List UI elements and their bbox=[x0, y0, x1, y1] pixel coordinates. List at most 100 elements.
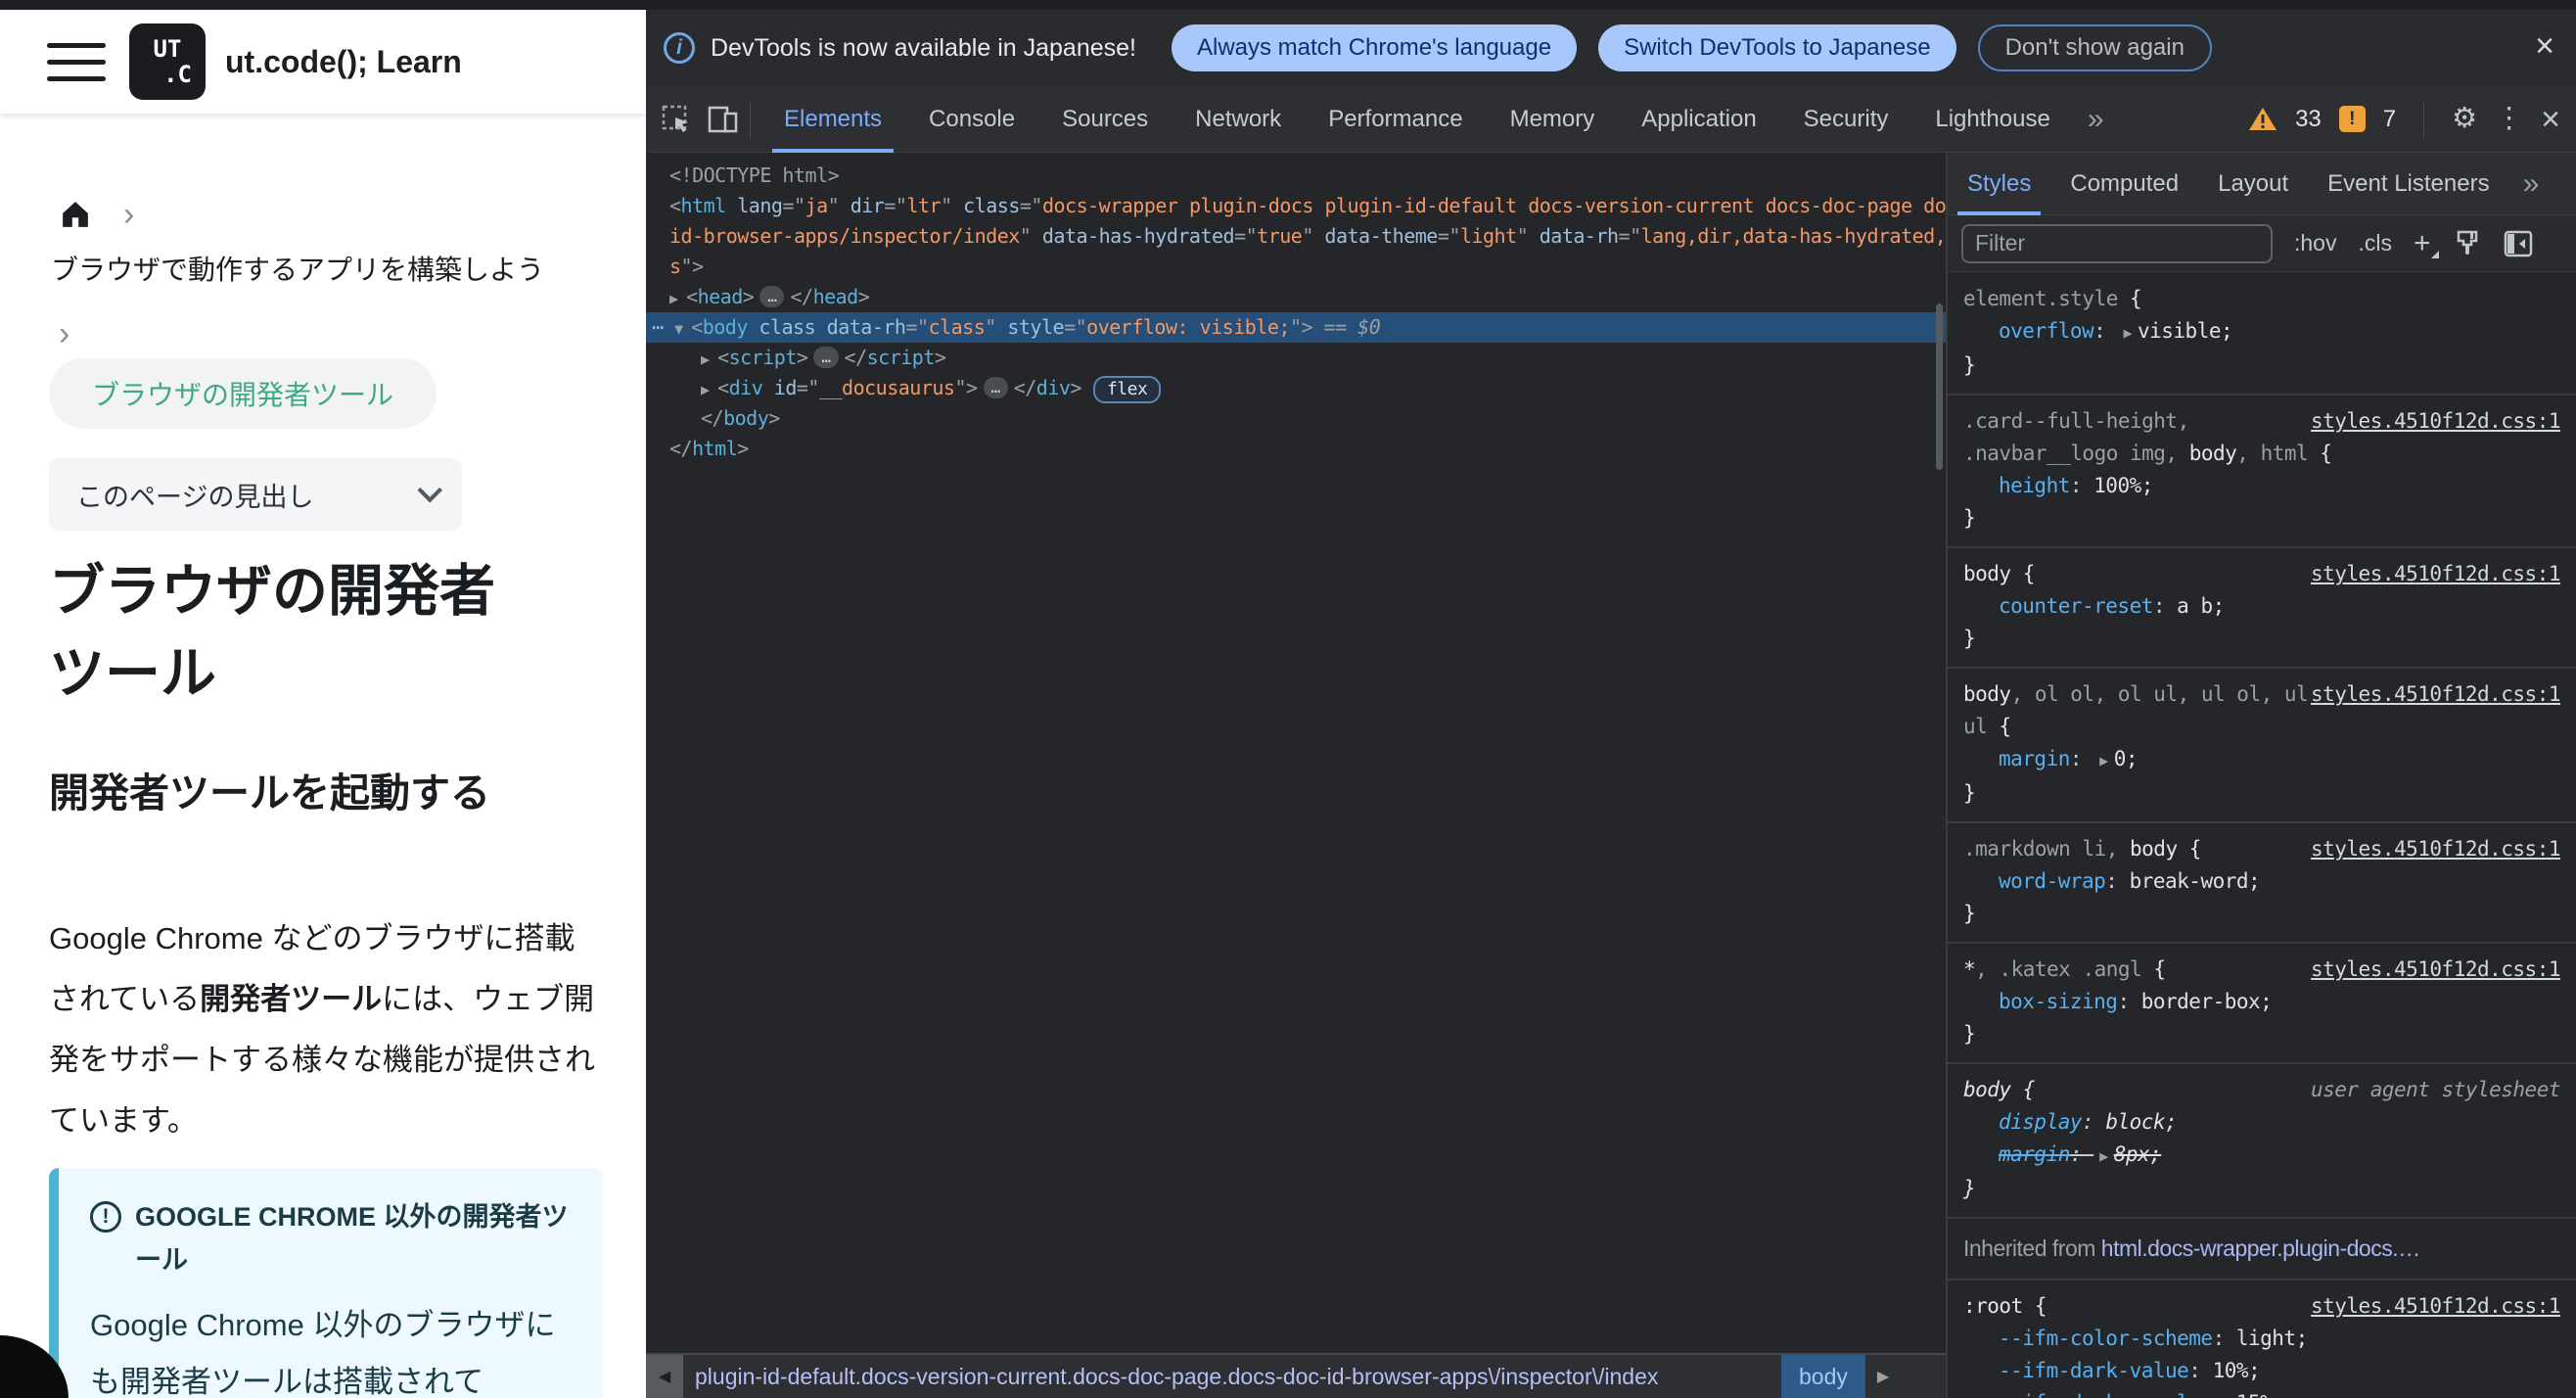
style-rule[interactable]: styles.4510f12d.css:1 body {counter-reset… bbox=[1948, 548, 2576, 669]
devtools-tab-sources[interactable]: Sources bbox=[1038, 86, 1172, 153]
elements-tree-line[interactable]: id-browser-apps/inspector/index" data-ha… bbox=[646, 221, 1992, 252]
notification-button[interactable]: Always match Chrome's language bbox=[1171, 24, 1578, 71]
pseudo-state-toggle[interactable]: :hov bbox=[2294, 230, 2336, 256]
code-token: body bbox=[702, 315, 749, 339]
notification-button[interactable]: Don't show again bbox=[1977, 24, 2212, 71]
css-declaration[interactable]: margin: ▶ 8px; bbox=[1963, 1139, 2560, 1173]
stylesheet-source-link[interactable]: styles.4510f12d.css:1 bbox=[2311, 1290, 2561, 1323]
element-class-toggle[interactable]: .cls bbox=[2358, 230, 2392, 256]
crumb-scroll-right-icon[interactable]: ▶ bbox=[1877, 1367, 1889, 1386]
expand-longhand-icon[interactable]: ▶ bbox=[2093, 752, 2114, 769]
stylesheet-source-link[interactable]: styles.4510f12d.css:1 bbox=[2311, 558, 2561, 590]
sidebar-toggle-icon[interactable] bbox=[2504, 229, 2533, 258]
notification-button[interactable]: Switch DevTools to Japanese bbox=[1598, 24, 1956, 71]
styles-more-tabs-icon[interactable]: » bbox=[2509, 167, 2553, 201]
callout-body: Google Chrome 以外のブラウザにも開発者ツールは搭載されて bbox=[90, 1308, 556, 1398]
issues-count[interactable]: 7 bbox=[2383, 106, 2396, 133]
elements-tree-line[interactable]: ▶ <script>… </script> bbox=[646, 343, 1946, 373]
styles-tab-computed[interactable]: Computed bbox=[2050, 153, 2198, 215]
styles-filter-input[interactable] bbox=[1961, 223, 2273, 263]
elements-tree-line[interactable]: <!DOCTYPE html> bbox=[646, 161, 1946, 191]
flex-badge[interactable]: flex bbox=[1092, 376, 1162, 403]
css-declaration[interactable]: --ifm-dark-value: 10%; bbox=[1963, 1355, 2560, 1387]
style-rule[interactable]: styles.4510f12d.css:1 .markdown li, body … bbox=[1948, 823, 2576, 944]
devtools-tab-performance[interactable]: Performance bbox=[1305, 86, 1486, 153]
code-token: </ bbox=[790, 285, 813, 308]
inherited-element-link[interactable]: html.docs-wrapper.plugin-docs.… bbox=[2101, 1235, 2420, 1261]
kebab-menu-icon[interactable]: ⋮ bbox=[2495, 105, 2523, 133]
elements-tree-line[interactable]: s"> bbox=[646, 252, 1946, 282]
styles-tab-styles[interactable]: Styles bbox=[1948, 153, 2050, 215]
css-declaration[interactable]: --ifm-darker-value: 15%; bbox=[1963, 1387, 2560, 1398]
warning-count[interactable]: 33 bbox=[2295, 106, 2322, 133]
css-declaration[interactable]: box-sizing: border-box; bbox=[1963, 986, 2560, 1018]
elements-tree-line[interactable]: ▶ <head>… </head> bbox=[646, 282, 1946, 312]
css-declaration[interactable]: word-wrap: break-word; bbox=[1963, 865, 2560, 898]
stylesheet-source-link[interactable]: styles.4510f12d.css:1 bbox=[2311, 833, 2561, 865]
devtools-tab-lighthouse[interactable]: Lighthouse bbox=[1911, 86, 2073, 153]
expand-longhand-icon[interactable]: ▶ bbox=[2117, 324, 2138, 342]
code-token: class bbox=[928, 315, 986, 339]
devtools-close-icon[interactable]: × bbox=[2541, 103, 2560, 136]
css-declaration[interactable]: margin: ▶ 0; bbox=[1963, 743, 2560, 777]
css-declaration[interactable]: height: 100%; bbox=[1963, 470, 2560, 502]
home-icon[interactable] bbox=[61, 200, 90, 229]
css-declaration[interactable]: display: block; bbox=[1963, 1106, 2560, 1139]
style-rule[interactable]: styles.4510f12d.css:1 body, ol ol, ol ul,… bbox=[1948, 669, 2576, 823]
new-style-rule-icon[interactable]: + bbox=[2414, 227, 2438, 260]
elements-tree-line[interactable]: <html lang="ja" dir="ltr" class="docs-wr… bbox=[646, 191, 2026, 221]
crumb-scroll-left-icon[interactable]: ◀ bbox=[646, 1355, 683, 1398]
code-token: style bbox=[995, 315, 1065, 339]
rendering-brush-icon[interactable] bbox=[2453, 229, 2482, 258]
elements-tree-line[interactable]: ▶ <div id="__docusaurus">… </div> flex bbox=[646, 373, 1946, 403]
stylesheet-source-link[interactable]: styles.4510f12d.css:1 bbox=[2311, 405, 2561, 438]
expand-ellipsis-icon[interactable]: … bbox=[813, 347, 839, 368]
inspect-element-icon[interactable] bbox=[660, 103, 693, 136]
elements-tree-line-selected[interactable]: ⋯ ▼ <body class data-rh="class" style="o… bbox=[646, 312, 1946, 343]
expand-ellipsis-icon[interactable]: … bbox=[983, 377, 1008, 398]
issues-icon[interactable]: ! bbox=[2338, 106, 2366, 132]
css-declaration[interactable]: counter-reset: a b; bbox=[1963, 590, 2560, 623]
info-icon: i bbox=[664, 32, 695, 64]
style-rule[interactable]: styles.4510f12d.css:1:root {--ifm-color-… bbox=[1948, 1281, 2576, 1398]
breadcrumb-item-course[interactable]: ブラウザで動作するアプリを構築しよう bbox=[51, 249, 544, 288]
css-declaration[interactable]: overflow: ▶ visible; bbox=[1963, 315, 2560, 350]
settings-gear-icon[interactable]: ⚙ bbox=[2452, 105, 2477, 133]
style-rule[interactable]: element.style {overflow: ▶ visible;} bbox=[1948, 273, 2576, 396]
elements-tree-line[interactable]: </body> bbox=[646, 403, 1946, 434]
elements-tree-line[interactable]: </html> bbox=[646, 434, 1946, 464]
devtools-tab-application[interactable]: Application bbox=[1618, 86, 1779, 153]
site-title[interactable]: ut.code(); Learn bbox=[225, 44, 462, 80]
style-rule[interactable]: styles.4510f12d.css:1 *, .katex .angl {bo… bbox=[1948, 944, 2576, 1064]
warning-icon[interactable] bbox=[2248, 106, 2277, 132]
dom-crumb-selected[interactable]: body bbox=[1781, 1355, 1865, 1398]
notification-close-icon[interactable]: × bbox=[2535, 27, 2554, 66]
toc-collapsible[interactable]: このページの見出し bbox=[49, 458, 462, 531]
code-token: </ bbox=[844, 346, 868, 369]
hamburger-menu-icon[interactable] bbox=[47, 42, 106, 81]
breadcrumb-separator: › bbox=[123, 196, 135, 233]
stylesheet-source-link[interactable]: styles.4510f12d.css:1 bbox=[2311, 954, 2561, 986]
code-token: " bbox=[941, 194, 952, 217]
devtools-tab-security[interactable]: Security bbox=[1780, 86, 1912, 153]
device-toolbar-icon[interactable] bbox=[707, 103, 740, 136]
expand-ellipsis-icon[interactable]: … bbox=[759, 286, 785, 307]
style-rule[interactable]: user agent stylesheet body {display: bloc… bbox=[1948, 1064, 2576, 1219]
breadcrumb-current-page[interactable]: ブラウザの開発者ツール bbox=[49, 358, 437, 429]
site-logo[interactable]: UT .C bbox=[129, 23, 206, 100]
dom-crumb-path[interactable]: plugin-id-default.docs-version-current.d… bbox=[695, 1364, 1781, 1390]
expand-longhand-icon[interactable]: ▶ bbox=[2093, 1147, 2114, 1165]
devtools-tab-console[interactable]: Console bbox=[905, 86, 1038, 153]
stylesheet-source-link[interactable]: styles.4510f12d.css:1 bbox=[2311, 678, 2561, 711]
more-tabs-icon[interactable]: » bbox=[2074, 103, 2118, 136]
styles-tab-event-listeners[interactable]: Event Listeners bbox=[2308, 153, 2508, 215]
css-declaration[interactable]: --ifm-color-scheme: light; bbox=[1963, 1323, 2560, 1355]
devtools-tab-memory[interactable]: Memory bbox=[1487, 86, 1619, 153]
styles-tab-layout[interactable]: Layout bbox=[2198, 153, 2308, 215]
code-token: </ bbox=[1013, 376, 1037, 399]
devtools-tab-elements[interactable]: Elements bbox=[760, 86, 905, 153]
devtools-tab-network[interactable]: Network bbox=[1172, 86, 1305, 153]
notification-buttons: Always match Chrome's language Switch Dev… bbox=[1171, 24, 2212, 71]
elements-scrollbar[interactable] bbox=[1936, 303, 1943, 470]
style-rule[interactable]: styles.4510f12d.css:1 .card--full-height,… bbox=[1948, 396, 2576, 548]
